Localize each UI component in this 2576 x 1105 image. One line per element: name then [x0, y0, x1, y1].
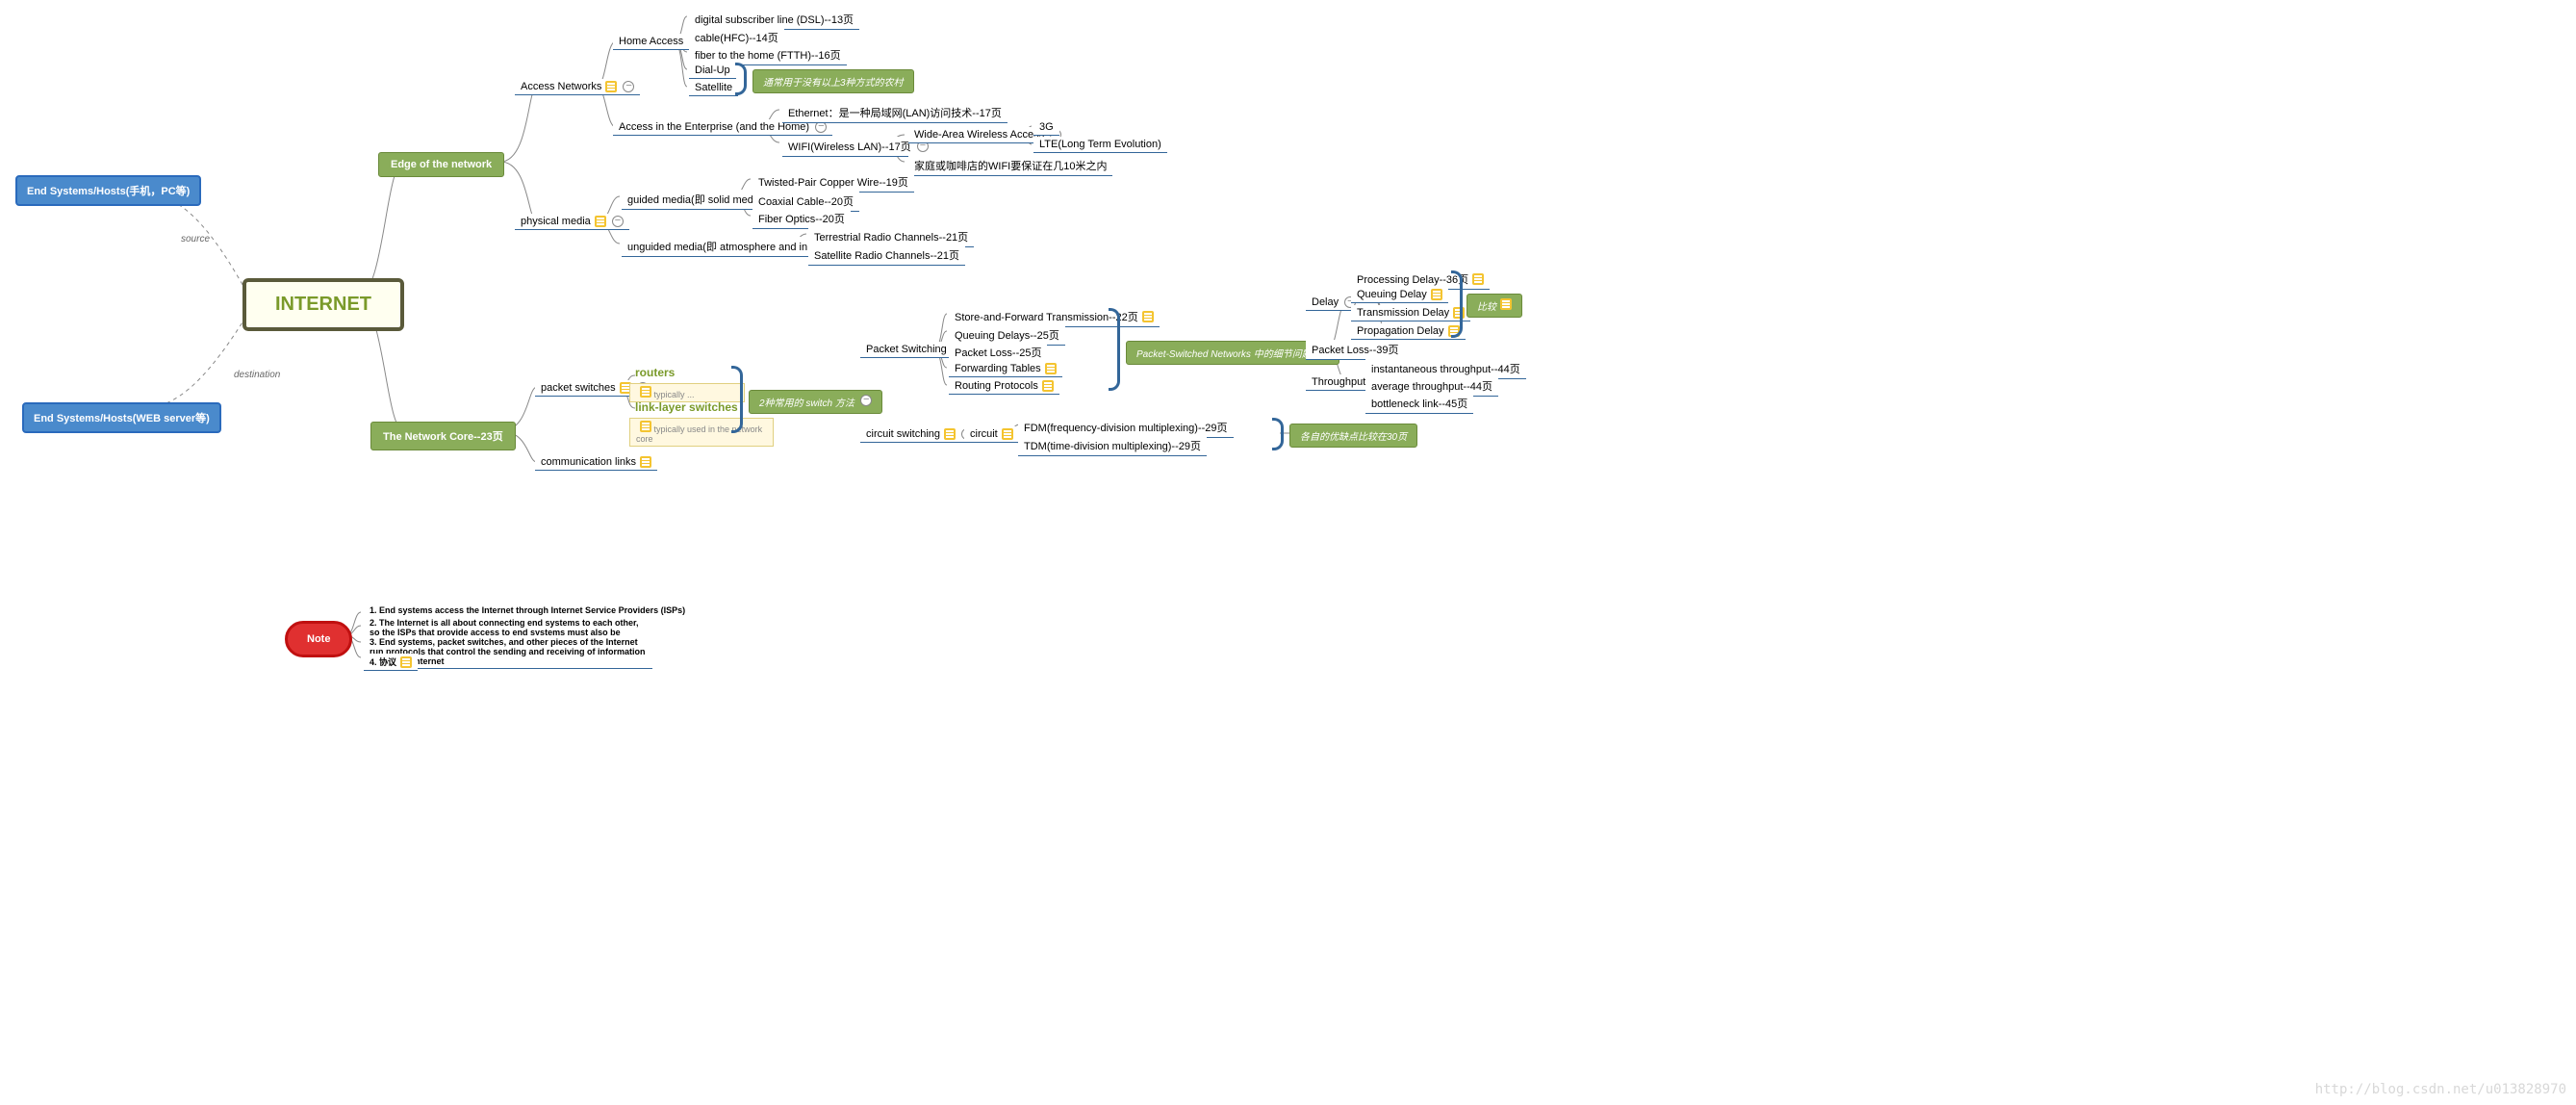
bracket: [1451, 270, 1463, 338]
label: Access in the Enterprise (and the Home): [619, 121, 809, 133]
label-destination: destination: [234, 370, 280, 380]
notes-icon: [400, 656, 412, 668]
center-node[interactable]: INTERNET: [242, 278, 404, 331]
bracket: [1109, 308, 1120, 391]
label: circuit: [970, 428, 998, 440]
label: Transmission Delay: [1357, 307, 1449, 319]
notes-icon: [1500, 298, 1512, 310]
label: Wide-Area Wireless Access: [914, 129, 1044, 141]
satellite[interactable]: Satellite: [689, 80, 738, 96]
pkt-loss[interactable]: Packet Loss--39页: [1306, 340, 1404, 360]
label: Throughput: [1312, 376, 1365, 388]
label: Propagation Delay: [1357, 325, 1444, 337]
label: WIFI(Wireless LAN)--17页: [788, 139, 911, 154]
store-forward[interactable]: Store-and-Forward Transmission--22页: [949, 307, 1160, 327]
terrestrial[interactable]: Terrestrial Radio Channels--21页: [808, 227, 974, 247]
forwarding-tables[interactable]: Forwarding Tables: [949, 361, 1062, 377]
notes-icon: [595, 216, 606, 227]
label: communication links: [541, 456, 636, 468]
note-4[interactable]: 4. 协议: [364, 654, 418, 671]
label: Forwarding Tables: [955, 363, 1041, 374]
compare[interactable]: 比较: [1467, 294, 1522, 318]
label: 比较: [1477, 302, 1496, 313]
fiber-optics[interactable]: Fiber Optics--20页: [752, 209, 851, 229]
label: 4. 协议: [370, 655, 396, 668]
watermark: http://blog.csdn.net/u013828970: [2315, 1082, 2566, 1097]
notes-icon: [1045, 363, 1057, 374]
fdm[interactable]: FDM(frequency-division multiplexing)--29…: [1018, 418, 1234, 438]
adv-dis[interactable]: 各自的优缺点比较在30页: [1289, 424, 1417, 448]
propagation-delay[interactable]: Propagation Delay: [1351, 323, 1466, 340]
notes-icon: [1002, 428, 1013, 440]
notes-icon: [640, 421, 651, 432]
note-cloud[interactable]: Note: [285, 621, 352, 657]
physical-media[interactable]: physical media: [515, 214, 629, 230]
lte[interactable]: LTE(Long Term Evolution): [1033, 137, 1167, 153]
label: Packet Switching: [866, 344, 947, 355]
core-main[interactable]: The Network Core--23页: [370, 422, 516, 450]
tdm[interactable]: TDM(time-division multiplexing)--29页: [1018, 436, 1207, 456]
3g[interactable]: 3G: [1033, 119, 1059, 136]
satellite-radio[interactable]: Satellite Radio Channels--21页: [808, 245, 965, 266]
label: circuit switching: [866, 428, 940, 440]
bracket: [735, 63, 747, 95]
label: Home Access: [619, 36, 683, 47]
label: Queuing Delay: [1357, 289, 1427, 300]
queuing-delay[interactable]: Queuing Delay: [1351, 287, 1448, 303]
dsl[interactable]: digital subscriber line (DSL)--13页: [689, 10, 859, 30]
collapse-icon[interactable]: [612, 216, 624, 227]
communication-links[interactable]: communication links: [535, 454, 657, 471]
circuit-switching[interactable]: circuit switching: [860, 426, 979, 443]
label: packet switches: [541, 382, 616, 394]
label: Delay: [1312, 296, 1339, 308]
float-destination[interactable]: End Systems/Hosts(WEB server等): [22, 402, 221, 433]
label: 2种常用的 switch 方法: [759, 398, 854, 409]
bottleneck[interactable]: bottleneck link--45页: [1365, 394, 1473, 414]
bracket: [731, 366, 743, 433]
two-methods[interactable]: 2种常用的 switch 方法: [749, 390, 882, 414]
label: Access Networks: [521, 81, 601, 92]
bracket: [1272, 418, 1284, 450]
collapse-icon[interactable]: [623, 81, 634, 92]
routers: routers: [629, 364, 745, 381]
access-networks[interactable]: Access Networks: [515, 79, 640, 95]
twisted-pair[interactable]: Twisted-Pair Copper Wire--19页: [752, 172, 914, 193]
dial-up[interactable]: Dial-Up: [689, 63, 736, 79]
notes-icon: [605, 81, 617, 92]
notes-icon: [640, 386, 651, 398]
label-source: source: [181, 234, 210, 244]
notes-icon: [1142, 311, 1154, 322]
ethernet[interactable]: Ethernet：是一种局域网(LAN)访问技术--17页: [782, 103, 1007, 123]
routing-protocols[interactable]: Routing Protocols: [949, 378, 1059, 395]
float-source[interactable]: End Systems/Hosts(手机，PC等): [15, 175, 201, 206]
notes-icon: [1042, 380, 1054, 392]
packet-loss[interactable]: Packet Loss--25页: [949, 343, 1047, 363]
link-layer-note: typically used in the network core: [629, 418, 774, 447]
edge-main[interactable]: Edge of the network: [378, 152, 504, 177]
label: physical media: [521, 216, 591, 227]
notes-icon: [640, 456, 651, 468]
notes-icon: [1472, 273, 1484, 285]
label: Routing Protocols: [955, 380, 1038, 392]
notes-icon: [1431, 289, 1442, 300]
routers-block[interactable]: routers typically ...: [629, 364, 745, 402]
wifi-note[interactable]: 家庭或咖啡店的WIFI要保证在几10米之内: [908, 156, 1112, 176]
label: Packet-Switched Networks 中的细节问题: [1136, 349, 1312, 360]
collapse-icon[interactable]: [860, 395, 872, 406]
dial-sat-note[interactable]: 通常用于没有以上3种方式的农村: [752, 69, 914, 93]
notes-icon: [944, 428, 956, 440]
